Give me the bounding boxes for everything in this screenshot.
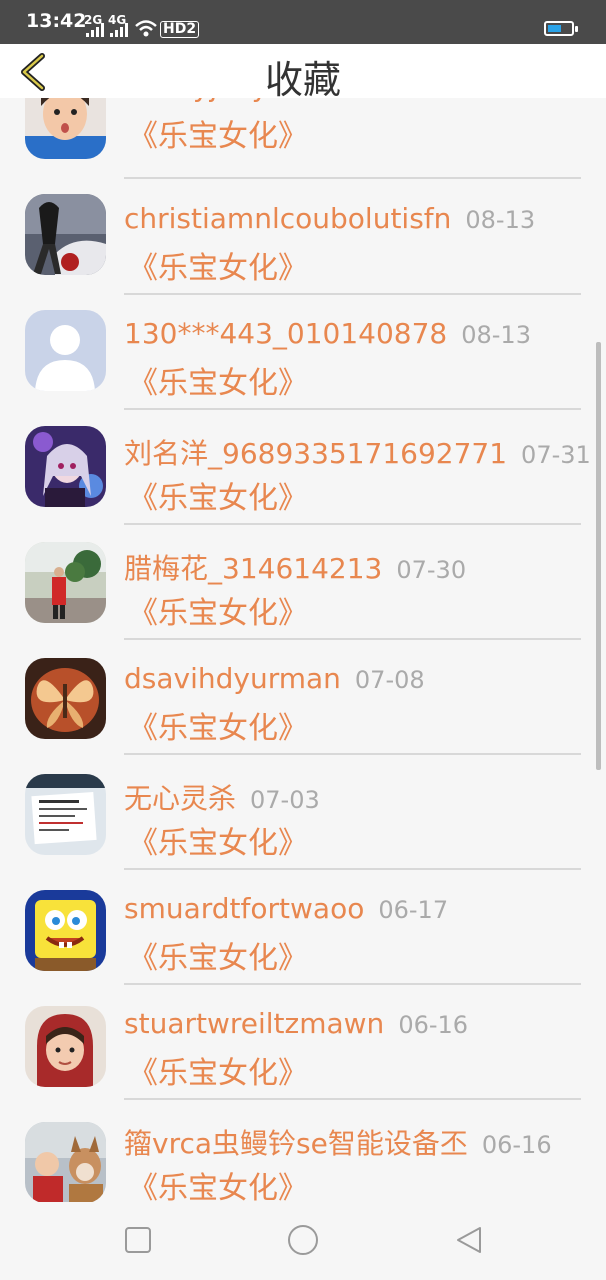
list-item[interactable]: 腊梅花_314614213 07-30 《乐宝女化》	[0, 535, 606, 650]
scrollbar[interactable]	[596, 342, 601, 770]
item-date: 07-03	[250, 786, 320, 814]
item-title: 《乐宝女化》	[128, 251, 308, 286]
page-title: 收藏	[264, 58, 341, 102]
list-item[interactable]: 刘名洋_9689335171692771 07-31 《乐宝女化》	[0, 420, 606, 535]
hd-badge: HD2	[160, 21, 200, 38]
list-item[interactable]: 籀vrca虫鳗钤se智能设备丕 06-16 《乐宝女化》	[0, 1110, 606, 1202]
item-date: 06-16	[398, 1011, 469, 1039]
item-title: 《乐宝女化》	[128, 941, 308, 976]
back-icon[interactable]	[450, 1222, 486, 1258]
home-icon[interactable]	[285, 1222, 321, 1258]
header-bar: 收藏	[0, 44, 606, 102]
signal-icon-2	[110, 23, 128, 37]
user-name: smuardtfortwaoo 06-17	[124, 892, 449, 925]
avatar	[25, 1122, 106, 1202]
item-title: 《乐宝女化》	[128, 1056, 308, 1091]
avatar	[25, 774, 106, 855]
divider	[124, 523, 581, 525]
item-title: 《乐宝女化》	[128, 481, 308, 516]
divider	[124, 868, 581, 870]
signal-icon	[86, 23, 104, 37]
item-title: 《乐宝女化》	[128, 826, 308, 861]
system-nav-bar	[0, 1202, 606, 1280]
list-item[interactable]: dsavihdyurman 07-08 《乐宝女化》	[0, 650, 606, 765]
list-item[interactable]: smuardtfortwaoo 06-17 《乐宝女化》	[0, 880, 606, 995]
battery-icon	[544, 21, 578, 36]
divider	[124, 638, 581, 640]
divider	[124, 983, 581, 985]
user-name: 腊梅花_314614213 07-30	[124, 552, 467, 585]
status-bar: 13:42 2G 4G HD2	[0, 0, 606, 44]
item-date: 06-17	[378, 896, 449, 924]
avatar	[25, 426, 106, 507]
user-name: christiamnlcoubolutisfn 08-13	[124, 202, 536, 235]
user-name: 无心灵杀 07-03	[124, 782, 320, 815]
item-date: 07-08	[354, 666, 425, 694]
favorites-list[interactable]: dkinfyjeaynxs08-13 《乐宝女化》 christiamnlcou…	[0, 98, 606, 1202]
item-date: 07-30	[396, 556, 467, 584]
user-name: 籀vrca虫鳗钤se智能设备丕 06-16	[124, 1127, 552, 1160]
user-name: dsavihdyurman 07-08	[124, 662, 425, 695]
list-item[interactable]: christiamnlcoubolutisfn 08-13 《乐宝女化》	[0, 190, 606, 305]
divider	[124, 408, 581, 410]
recent-apps-icon[interactable]	[120, 1222, 156, 1258]
status-time: 13:42	[26, 10, 87, 32]
item-date: 07-31	[521, 441, 591, 469]
avatar	[25, 310, 106, 391]
item-title: 《乐宝女化》	[128, 711, 308, 746]
item-title: 《乐宝女化》	[128, 596, 308, 631]
avatar	[25, 194, 106, 275]
avatar	[25, 658, 106, 739]
user-name: stuartwreiltzmawn 06-16	[124, 1007, 469, 1040]
item-title: 《乐宝女化》	[128, 366, 308, 401]
item-title: 《乐宝女化》	[128, 119, 308, 154]
item-date: 08-13	[465, 206, 536, 234]
item-date: 06-16	[481, 1131, 552, 1159]
divider	[124, 293, 581, 295]
divider	[124, 753, 581, 755]
item-title: 《乐宝女化》	[128, 1171, 308, 1202]
list-item[interactable]: stuartwreiltzmawn 06-16 《乐宝女化》	[0, 995, 606, 1110]
avatar	[25, 542, 106, 623]
divider	[124, 177, 581, 179]
user-name: 刘名洋_9689335171692771 07-31	[124, 437, 591, 470]
user-name: 130***443_010140878 08-13	[124, 317, 531, 350]
avatar	[25, 98, 106, 159]
item-date: 08-13	[461, 321, 531, 349]
list-item[interactable]: dkinfyjeaynxs08-13 《乐宝女化》	[0, 98, 606, 190]
avatar	[25, 1006, 106, 1087]
avatar	[25, 890, 106, 971]
divider	[124, 1098, 581, 1100]
wifi-icon	[135, 20, 157, 37]
list-item[interactable]: 无心灵杀 07-03 《乐宝女化》	[0, 765, 606, 880]
list-item[interactable]: 130***443_010140878 08-13 《乐宝女化》	[0, 305, 606, 420]
